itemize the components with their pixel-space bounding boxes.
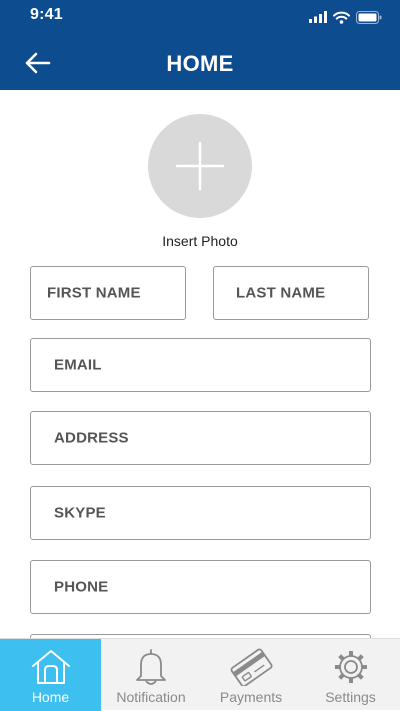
wifi-icon	[333, 11, 350, 24]
status-bar: 9:41	[0, 0, 400, 34]
address-field[interactable]: ADDRESS	[30, 411, 371, 465]
first-name-field[interactable]: FIRST NAME	[30, 266, 186, 320]
tab-payments-label: Payments	[219, 689, 283, 705]
credit-card-icon	[230, 648, 273, 686]
status-time: 9:41	[30, 6, 63, 23]
gear-icon	[334, 651, 367, 683]
phone-placeholder: PHONE	[54, 578, 109, 596]
phone-field[interactable]: PHONE	[30, 560, 371, 614]
status-icons	[309, 8, 382, 26]
email-placeholder: EMAIL	[54, 356, 102, 374]
signal-icon	[309, 11, 327, 23]
first-name-placeholder: FIRST NAME	[47, 284, 141, 302]
last-name-placeholder: LAST NAME	[236, 284, 326, 302]
last-name-field[interactable]: LAST NAME	[213, 266, 369, 320]
plus-icon	[175, 141, 225, 191]
app-header: HOME	[0, 34, 400, 90]
battery-icon	[356, 10, 382, 24]
tab-payments[interactable]: Payments	[201, 639, 301, 711]
tab-notification-label: Notification	[116, 689, 186, 705]
bell-icon	[136, 649, 166, 685]
tab-settings[interactable]: Settings	[301, 639, 400, 711]
tab-home-label: Home	[31, 689, 70, 705]
tab-home[interactable]: Home	[0, 639, 101, 711]
bottom-tab-bar: Home Notification Payments Settings	[0, 638, 400, 711]
email-field[interactable]: EMAIL	[30, 338, 371, 392]
skype-placeholder: SKYPE	[54, 504, 106, 522]
address-placeholder: ADDRESS	[54, 429, 129, 447]
page-title: HOME	[166, 51, 234, 76]
insert-photo-label: Insert Photo	[162, 233, 238, 249]
tab-settings-label: Settings	[325, 689, 376, 705]
tab-notification[interactable]: Notification	[101, 639, 201, 711]
insert-photo-button[interactable]	[148, 114, 252, 218]
skype-field[interactable]: SKYPE	[30, 486, 371, 540]
home-icon	[31, 650, 70, 684]
